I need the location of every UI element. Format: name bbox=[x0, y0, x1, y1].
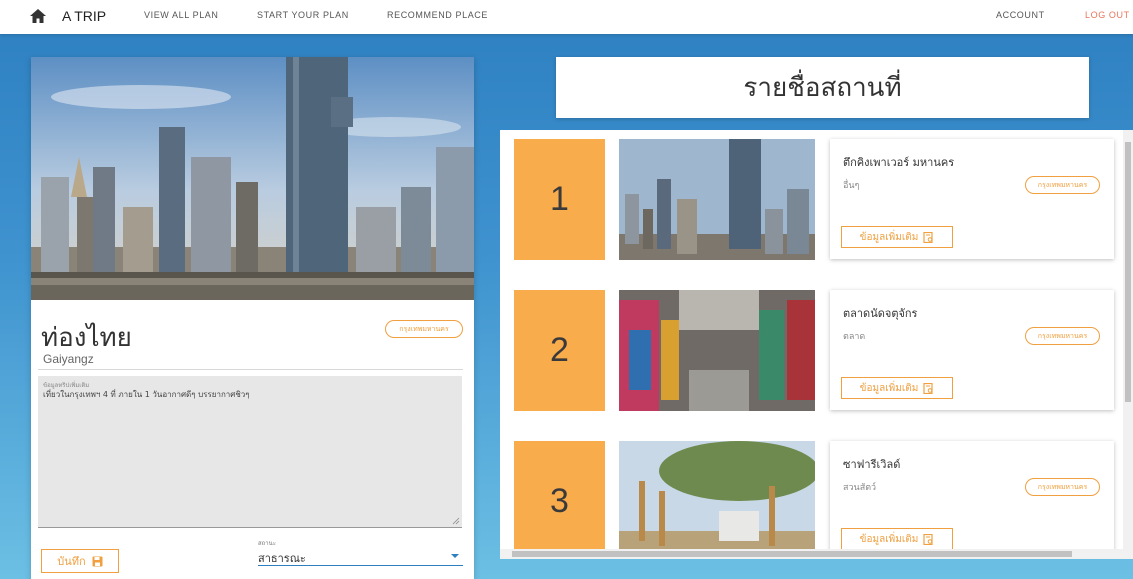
item-number: 3 bbox=[514, 441, 605, 559]
list-item: 3 ซาฟารีเวิลด์ สวนสัตว์ กรุงเทพมหานคร ข้… bbox=[500, 432, 1120, 559]
plan-author: Gaiyangz bbox=[43, 352, 94, 366]
place-list-header: รายชื่อสถานที่ bbox=[556, 57, 1089, 118]
more-info-button[interactable]: ข้อมูลเพิ่มเติม bbox=[841, 377, 953, 399]
nav-recommend-place[interactable]: RECOMMEND PLACE bbox=[387, 10, 488, 20]
province-badge: กรุงเทพมหานคร bbox=[385, 320, 463, 338]
item-province-badge: กรุงเทพมหานคร bbox=[1025, 176, 1100, 194]
plan-hero-image bbox=[31, 57, 474, 300]
item-number: 2 bbox=[514, 290, 605, 411]
more-info-label: ข้อมูลเพิ่มเติม bbox=[859, 382, 919, 394]
item-thumbnail bbox=[619, 441, 815, 559]
top-navbar: A TRIP VIEW ALL PLAN START YOUR PLAN REC… bbox=[0, 0, 1133, 34]
list-item: 2 ตลาดนัดจตุจักร ตลาด กรุงเทพมหานคร ข้อม… bbox=[500, 281, 1120, 411]
item-province-badge: กรุงเทพมหานคร bbox=[1025, 327, 1100, 345]
save-button[interactable]: บันทึก bbox=[41, 549, 119, 573]
item-name: ตลาดนัดจตุจักร bbox=[843, 307, 918, 320]
item-info-card: ซาฟารีเวิลด์ สวนสัตว์ กรุงเทพมหานคร ข้อม… bbox=[830, 441, 1114, 559]
horizontal-scrollbar-thumb[interactable] bbox=[512, 551, 1072, 557]
resize-grip-icon[interactable] bbox=[452, 517, 460, 525]
list-item: 1 ตึกคิงเพาเวอร์ มหานคร อื่นๆ กรุงเทพมหา… bbox=[500, 130, 1120, 260]
nav-logout[interactable]: LOG OUT bbox=[1085, 10, 1130, 20]
trip-detail-text: เที่ยวในกรุงเทพฯ 4 ที่ ภายใน 1 วันอากาศด… bbox=[43, 390, 250, 399]
horizontal-scrollbar[interactable] bbox=[500, 549, 1123, 559]
nav-account[interactable]: ACCOUNT bbox=[996, 10, 1045, 20]
status-select[interactable]: สาธารณะ bbox=[258, 546, 463, 566]
divider bbox=[38, 369, 463, 370]
home-icon[interactable] bbox=[29, 8, 47, 24]
item-name: ซาฟารีเวิลด์ bbox=[843, 458, 901, 471]
item-number: 1 bbox=[514, 139, 605, 260]
item-thumbnail bbox=[619, 290, 815, 411]
document-search-icon bbox=[923, 533, 933, 545]
vertical-scrollbar[interactable] bbox=[1123, 130, 1133, 559]
item-name: ตึกคิงเพาเวอร์ มหานคร bbox=[843, 156, 955, 169]
nav-start-your-plan[interactable]: START YOUR PLAN bbox=[257, 10, 349, 20]
more-info-button[interactable]: ข้อมูลเพิ่มเติม bbox=[841, 226, 953, 248]
item-category: ตลาด bbox=[843, 332, 866, 342]
caret-down-icon bbox=[451, 554, 459, 558]
more-info-label: ข้อมูลเพิ่มเติม bbox=[859, 533, 919, 545]
item-thumbnail bbox=[619, 139, 815, 260]
status-value: สาธารณะ bbox=[258, 552, 306, 565]
place-list-title: รายชื่อสถานที่ bbox=[743, 73, 902, 103]
vertical-scrollbar-thumb[interactable] bbox=[1125, 142, 1131, 402]
document-search-icon bbox=[923, 231, 933, 243]
trip-detail-textarea[interactable]: ข้อมูลทริปเพิ่มเติม เที่ยวในกรุงเทพฯ 4 ท… bbox=[38, 376, 462, 528]
item-category: อื่นๆ bbox=[843, 181, 860, 191]
brand-title[interactable]: A TRIP bbox=[62, 8, 106, 24]
plan-card: ท่องไทย กรุงเทพมหานคร Gaiyangz ข้อมูลทริ… bbox=[31, 57, 474, 579]
place-list[interactable]: 1 ตึกคิงเพาเวอร์ มหานคร อื่นๆ กรุงเทพมหา… bbox=[500, 130, 1133, 559]
floppy-disk-icon bbox=[92, 556, 103, 566]
item-info-card: ตึกคิงเพาเวอร์ มหานคร อื่นๆ กรุงเทพมหานค… bbox=[830, 139, 1114, 259]
document-search-icon bbox=[923, 382, 933, 394]
nav-view-all-plan[interactable]: VIEW ALL PLAN bbox=[144, 10, 219, 20]
item-info-card: ตลาดนัดจตุจักร ตลาด กรุงเทพมหานคร ข้อมูล… bbox=[830, 290, 1114, 410]
item-province-badge: กรุงเทพมหานคร bbox=[1025, 478, 1100, 496]
item-category: สวนสัตว์ bbox=[843, 483, 877, 493]
more-info-button[interactable]: ข้อมูลเพิ่มเติม bbox=[841, 528, 953, 550]
save-button-label: บันทึก bbox=[57, 555, 86, 568]
more-info-label: ข้อมูลเพิ่มเติม bbox=[859, 231, 919, 243]
